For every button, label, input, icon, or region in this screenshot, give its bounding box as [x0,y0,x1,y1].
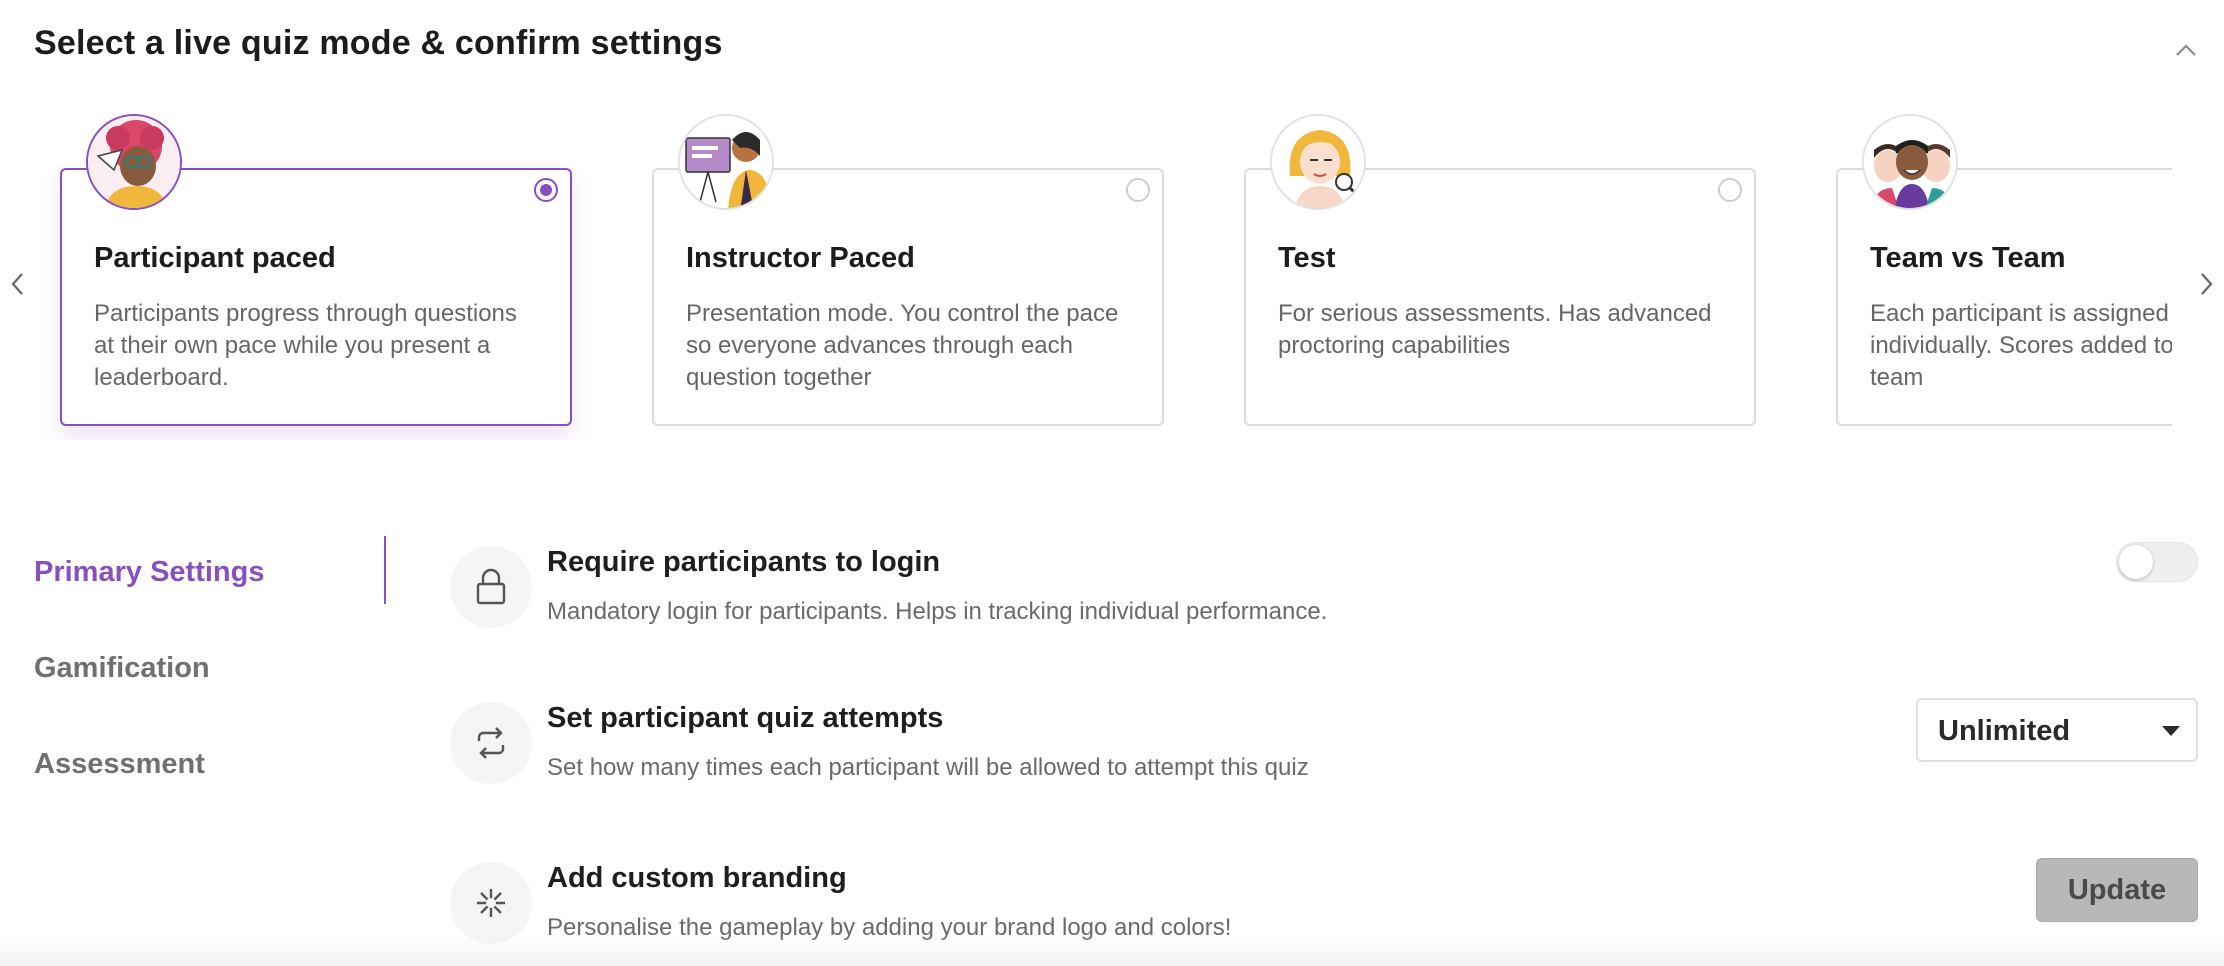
toggle-knob [2119,545,2153,579]
quiz-mode-settings-page: Select a live quiz mode & confirm settin… [0,0,2224,966]
nav-active-indicator [384,536,386,604]
require-login-toggle[interactable] [2116,542,2198,582]
setting-icon-wrapper [450,862,532,944]
setting-title: Require participants to login [547,546,941,578]
team-vs-team-illustration [1862,114,1958,210]
setting-title: Add custom branding [547,862,847,894]
select-value: Unlimited [1938,715,2071,747]
setting-icon-wrapper [450,546,532,628]
mode-description: For serious assessments. Has advanced pr… [1278,300,1712,359]
mode-card-instructor-paced[interactable]: Instructor Paced Presentation mode. You … [652,114,1164,426]
setting-description: Set how many times each participant will… [547,754,1309,781]
instructor-paced-illustration [678,114,774,210]
chevron-left-icon [11,273,23,295]
carousel-next-button[interactable] [2190,264,2222,304]
lock-icon [476,568,506,605]
setting-quiz-attempts: Set participant quiz attempts Set how ma… [450,696,2200,816]
mode-title: Test [1278,242,1336,274]
mode-description: Each participant is assigned and plays i… [1870,300,2172,391]
mode-description: Presentation mode. You control the pace … [686,300,1119,391]
mode-title: Instructor Paced [686,242,915,274]
page-title: Select a live quiz mode & confirm settin… [34,24,723,62]
repeat-icon [477,727,505,759]
mode-title: Participant paced [94,242,336,274]
quiz-attempts-select[interactable]: Unlimited [1916,698,2198,762]
quiz-mode-carousel: Participant paced Participants progress … [0,100,2224,440]
chevron-up-icon [2176,44,2196,56]
nav-item-gamification[interactable]: Gamification [34,652,210,685]
participant-paced-illustration [86,114,182,210]
mode-description: Participants progress through questions … [94,300,517,391]
mode-card-test[interactable]: Test For serious assessments. Has advanc… [1244,114,1756,426]
setting-icon-wrapper [450,702,532,784]
carousel-viewport: Participant paced Participants progress … [40,100,2172,440]
caret-down-icon [2162,726,2180,736]
nav-item-primary-settings[interactable]: Primary Settings [34,556,264,589]
nav-item-assessment[interactable]: Assessment [34,748,205,781]
carousel-prev-button[interactable] [2,264,34,304]
test-illustration [1270,114,1366,210]
mode-radio[interactable] [534,178,558,202]
chevron-right-icon [2201,273,2213,295]
setting-require-login: Require participants to login Mandatory … [450,540,2200,660]
settings-nav: Primary Settings Gamification Assessment [0,536,400,796]
mode-card-participant-paced[interactable]: Participant paced Participants progress … [60,114,572,426]
setting-description: Mandatory login for participants. Helps … [547,598,1328,625]
update-branding-button[interactable]: Update [2036,858,2198,922]
setting-title: Set participant quiz attempts [547,702,944,734]
mode-card-team-vs-team[interactable]: Team vs Team Each participant is assigne… [1836,114,2172,426]
collapse-button[interactable] [2168,32,2204,68]
mode-radio[interactable] [1718,178,1742,202]
bottom-fade [0,936,2224,966]
mode-title: Team vs Team [1870,242,2066,274]
sparkle-icon [477,889,505,917]
mode-radio[interactable] [1126,178,1150,202]
